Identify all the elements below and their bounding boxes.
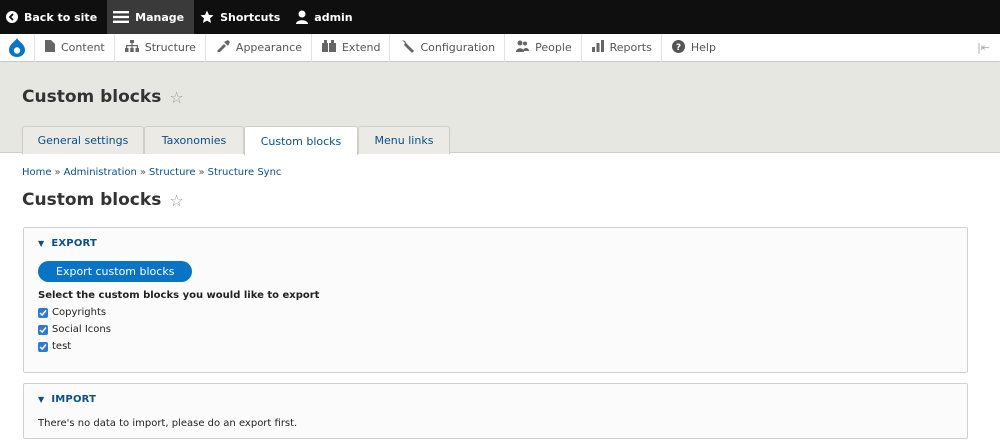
shortcut-star-icon[interactable]: ☆ xyxy=(169,191,183,210)
export-legend-text: EXPORT xyxy=(51,238,98,249)
export-fieldset: ▼ EXPORT Export custom blocks Select the… xyxy=(23,227,968,373)
people-icon xyxy=(515,40,530,55)
manage-tab[interactable]: Manage xyxy=(107,0,195,34)
extend-icon xyxy=(321,40,336,55)
menu-item-label: Content xyxy=(61,41,105,54)
menu-item-extend[interactable]: Extend xyxy=(310,33,390,62)
import-fieldset: ▼ IMPORT There's no data to import, plea… xyxy=(23,383,968,439)
export-checkbox-list: Copyrights Social Icons test xyxy=(38,306,111,353)
menu-item-label: Extend xyxy=(341,41,381,54)
primary-tabs: General settings Taxonomies Custom block… xyxy=(22,126,450,155)
help-icon: ? xyxy=(671,39,685,56)
tab-label: Custom blocks xyxy=(260,134,342,148)
breadcrumb-link-administration[interactable]: Administration xyxy=(64,167,137,178)
breadcrumb-separator: » xyxy=(139,167,146,178)
checkbox-copyrights[interactable]: Copyrights xyxy=(38,306,111,319)
export-legend-toggle[interactable]: ▼ EXPORT xyxy=(38,238,97,249)
checkbox-label: Social Icons xyxy=(52,324,111,335)
user-label: admin xyxy=(314,10,353,24)
export-select-label: Select the custom blocks you would like … xyxy=(38,290,320,301)
import-legend-text: IMPORT xyxy=(51,394,97,405)
back-to-site-label: Back to site xyxy=(24,10,98,24)
export-custom-blocks-button[interactable]: Export custom blocks xyxy=(38,261,193,282)
menu-item-content[interactable]: Content xyxy=(34,33,114,62)
configuration-icon xyxy=(400,39,415,56)
tab-menu-links[interactable]: Menu links xyxy=(358,126,450,154)
tab-taxonomies[interactable]: Taxonomies xyxy=(144,126,244,154)
tab-label: Menu links xyxy=(374,134,434,147)
menu-item-label: Reports xyxy=(609,41,652,54)
drupal-logo-icon[interactable] xyxy=(0,34,34,62)
breadcrumb-link-home[interactable]: Home xyxy=(22,167,52,178)
user-icon xyxy=(296,10,309,24)
breadcrumb-link-structure-sync[interactable]: Structure Sync xyxy=(208,167,282,178)
svg-text:?: ? xyxy=(676,43,681,53)
shortcuts-label: Shortcuts xyxy=(220,10,281,24)
menu-item-structure[interactable]: Structure xyxy=(113,33,205,62)
tray-orientation-toggle-icon[interactable]: |⇤ xyxy=(977,41,990,54)
breadcrumb-link-structure[interactable]: Structure xyxy=(149,167,196,178)
manage-label: Manage xyxy=(135,10,185,24)
shortcuts-tab[interactable]: Shortcuts xyxy=(194,0,290,34)
page-header: Custom blocks ☆ General settings Taxonom… xyxy=(0,63,1000,155)
import-message: There's no data to import, please do an … xyxy=(38,418,298,429)
hamburger-icon xyxy=(113,11,130,23)
page-title: Custom blocks ☆ xyxy=(22,87,184,107)
admin-menu-tray: Content Structure Appearance Extend Conf… xyxy=(0,33,1000,62)
checkbox-label: test xyxy=(52,341,72,352)
menu-item-label: People xyxy=(535,41,572,54)
menu-item-people[interactable]: People xyxy=(504,33,581,62)
back-arrow-icon xyxy=(6,11,18,23)
tab-label: Taxonomies xyxy=(161,134,227,147)
back-to-site-link[interactable]: Back to site xyxy=(0,0,107,34)
menu-item-help[interactable]: ? Help xyxy=(660,33,725,62)
star-icon xyxy=(200,10,214,24)
menu-item-configuration[interactable]: Configuration xyxy=(389,33,504,62)
tab-general-settings[interactable]: General settings xyxy=(22,126,144,154)
reports-icon xyxy=(591,40,604,55)
content-icon xyxy=(45,40,55,55)
admin-toolbar: Back to site Manage Shortcuts admin xyxy=(0,0,1000,34)
appearance-icon xyxy=(216,40,230,55)
breadcrumb: Home » Administration » Structure » Stru… xyxy=(22,167,281,178)
checkbox-test[interactable]: test xyxy=(38,340,111,353)
menu-item-label: Configuration xyxy=(420,41,496,54)
checkbox-checked-icon[interactable] xyxy=(38,341,48,352)
shortcut-star-icon[interactable]: ☆ xyxy=(169,88,183,107)
tab-custom-blocks[interactable]: Custom blocks xyxy=(244,126,358,155)
menu-item-label: Appearance xyxy=(235,41,302,54)
user-tab[interactable]: admin xyxy=(290,0,362,34)
breadcrumb-separator: » xyxy=(198,167,205,178)
content-title: Custom blocks ☆ xyxy=(22,190,184,210)
menu-item-appearance[interactable]: Appearance xyxy=(204,33,311,62)
checkbox-checked-icon[interactable] xyxy=(38,324,48,335)
import-legend-toggle[interactable]: ▼ IMPORT xyxy=(38,394,96,405)
content-title-text: Custom blocks xyxy=(22,190,162,210)
structure-icon xyxy=(124,40,139,55)
collapse-triangle-icon: ▼ xyxy=(38,239,45,248)
checkbox-label: Copyrights xyxy=(52,307,107,318)
collapse-triangle-icon: ▼ xyxy=(38,395,45,404)
tab-label: General settings xyxy=(37,134,129,147)
breadcrumb-separator: » xyxy=(54,167,61,178)
checkbox-checked-icon[interactable] xyxy=(38,307,48,318)
menu-item-label: Help xyxy=(690,41,716,54)
menu-item-reports[interactable]: Reports xyxy=(580,33,661,62)
page-title-text: Custom blocks xyxy=(22,87,162,107)
checkbox-social-icons[interactable]: Social Icons xyxy=(38,323,111,336)
menu-item-label: Structure xyxy=(144,41,196,54)
